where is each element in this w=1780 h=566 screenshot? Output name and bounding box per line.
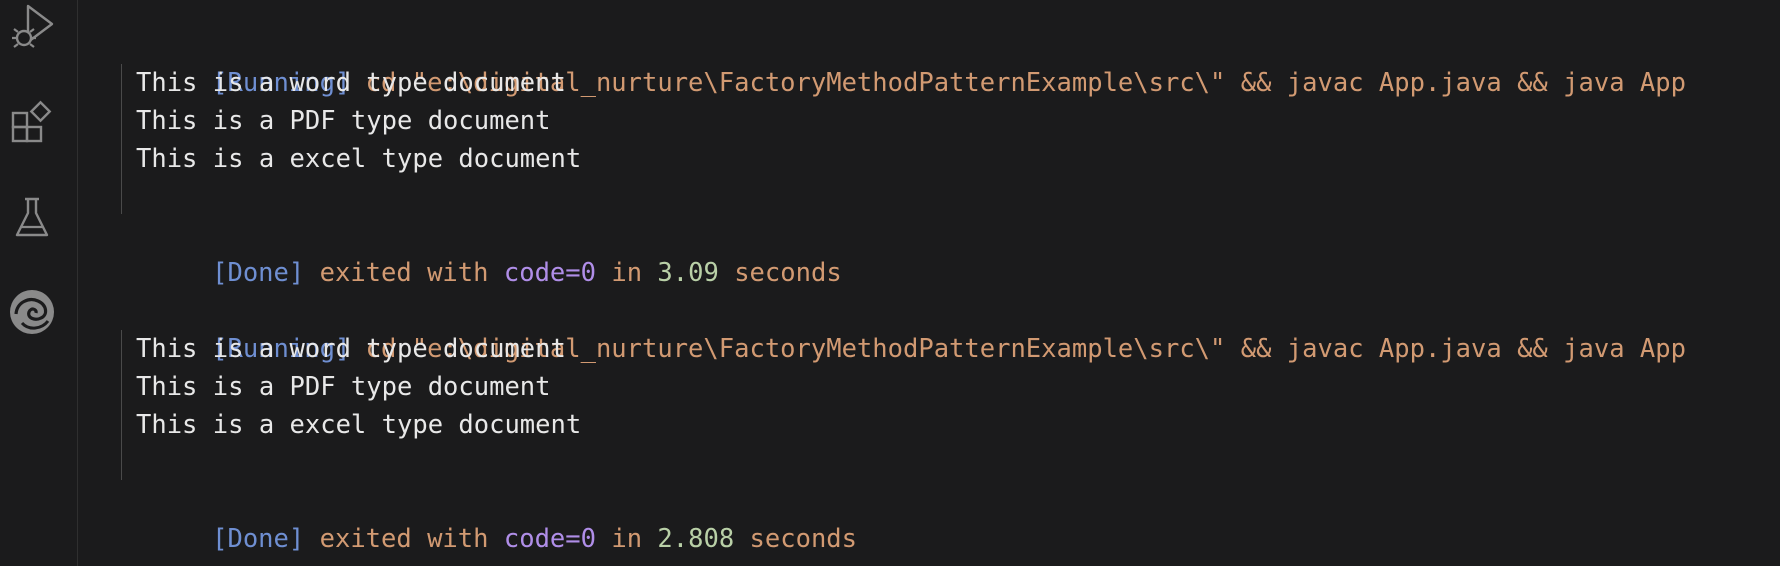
running-line: [Running] cd "e:\digital_nurture\Factory… [120,26,1686,98]
output-line: This is a PDF type document [136,106,551,136]
done-line: [Done] exited with code=0 in 3.09 second… [120,216,842,288]
output-panel: [Running] cd "e:\digital_nurture\Factory… [78,0,1780,566]
done-tag: [Done] [212,524,305,554]
output-line: This is a word type document [136,334,566,364]
seconds-text: seconds [734,258,842,288]
seconds-text: seconds [749,524,858,554]
duration-value: 3.09 [657,258,719,288]
run-debug-icon[interactable] [0,0,64,56]
output-guide [121,64,122,214]
output-line: This is a excel type document [136,144,582,174]
exit-code: code=0 [503,524,596,554]
output-line: This is a word type document [136,68,566,98]
output-line: This is a excel type document [136,410,582,440]
in-text: in [611,258,643,288]
exit-code: code=0 [503,258,596,288]
activity-bar [0,0,78,566]
edge-browser-icon[interactable] [0,284,64,340]
duration-value: 2.808 [657,524,735,554]
vscode-window: [Running] cd "e:\digital_nurture\Factory… [0,0,1780,566]
in-text: in [611,524,643,554]
extensions-icon[interactable] [0,94,64,150]
done-tag: [Done] [212,258,305,288]
testing-icon[interactable] [0,190,64,246]
output-line: This is a PDF type document [136,372,551,402]
output-guide [121,330,122,480]
done-line: [Done] exited with code=0 in 2.808 secon… [120,482,857,554]
running-line: [Running] cd "e:\digital_nurture\Factory… [120,292,1686,364]
exited-with-text: exited with [319,524,489,554]
exited-with-text: exited with [319,258,489,288]
